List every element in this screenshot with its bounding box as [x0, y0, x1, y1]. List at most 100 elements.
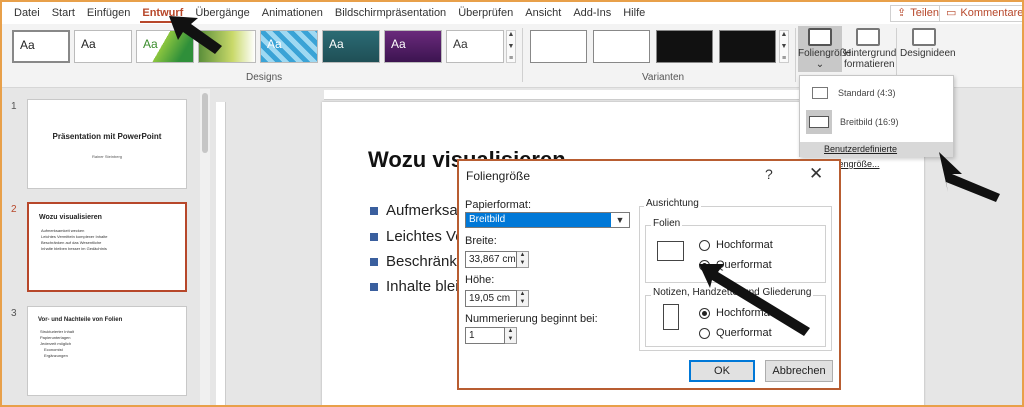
bullet-marker — [370, 282, 378, 291]
theme-sample: Aa — [267, 37, 282, 51]
theme-7[interactable]: Aa — [384, 30, 442, 63]
slide-bullet[interactable]: Leichtes Ve — [370, 228, 464, 245]
tab-datei[interactable]: Datei — [8, 2, 46, 24]
radio-selected-icon — [699, 259, 710, 271]
slide-bullet[interactable]: Aufmerksa — [370, 202, 458, 219]
tab-einfuegen[interactable]: Einfügen — [81, 2, 136, 24]
thumb-title: Wozu visualisieren — [39, 214, 102, 221]
bullet-text: Aufmerksa — [386, 202, 458, 219]
slides-panel-scrollbar[interactable] — [200, 89, 210, 405]
width-field[interactable]: 33,867 cm — [465, 251, 517, 268]
designs-gallery-scroll[interactable]: ▲ ▼ ≡ — [506, 30, 516, 63]
landscape-page-icon — [657, 241, 684, 261]
variants-gallery-scroll[interactable]: ▲ ▼ ≡ — [779, 30, 789, 63]
numbering-stepper[interactable]: 1 ▲ ▼ — [465, 327, 517, 344]
ok-button[interactable]: OK — [689, 360, 755, 382]
theme-8[interactable]: Aa — [446, 30, 504, 63]
slide-size-standard[interactable]: Standard (4:3) — [800, 84, 953, 102]
tab-ueberpruefen[interactable]: Überprüfen — [452, 2, 519, 24]
slide-size-button[interactable]: Foliengröße ⌄ — [798, 26, 851, 72]
variant-1[interactable] — [530, 30, 587, 63]
cancel-button[interactable]: Abbrechen — [765, 360, 833, 382]
stepper-up-icon[interactable]: ▲ — [517, 291, 528, 299]
paper-format-value: Breitbild — [466, 213, 611, 227]
slides-panel: 1 Präsentation mit PowerPoint Rainer Ste… — [2, 89, 212, 405]
width-stepper[interactable]: 33,867 cm ▲ ▼ — [465, 251, 529, 268]
portrait-label: Hochformat — [716, 239, 773, 251]
slides-landscape-radio[interactable]: Querformat — [699, 259, 772, 271]
slides-portrait-radio[interactable]: Hochformat — [699, 239, 773, 251]
tab-ansicht[interactable]: Ansicht — [519, 2, 567, 24]
stepper-down-icon[interactable]: ▼ — [517, 259, 528, 267]
tab-animationen[interactable]: Animationen — [256, 2, 329, 24]
slide-size-icon — [808, 28, 832, 46]
share-icon: ⇪ — [897, 7, 907, 19]
format-background-label: Hintergrund — [844, 48, 897, 59]
landscape-label: Querformat — [716, 259, 772, 271]
theme-sample: Aa — [20, 38, 35, 52]
tab-hilfe[interactable]: Hilfe — [617, 2, 651, 24]
notes-portrait-radio[interactable]: Hochformat — [699, 307, 773, 319]
tab-entwurf[interactable]: Entwurf — [136, 2, 189, 24]
notes-label: Notizen, Handzettel und Gliederung — [651, 287, 814, 298]
design-ideas-button[interactable]: Designideen — [900, 26, 956, 59]
numbering-label: Nummerierung beginnt bei: — [465, 313, 598, 325]
bullet-text: Beschränke — [386, 253, 466, 270]
tab-bildschirmpraesentation[interactable]: Bildschirmpräsentation — [329, 2, 452, 24]
bullet-marker — [370, 257, 378, 266]
tab-add-ins[interactable]: Add-Ins — [567, 2, 617, 24]
variant-4[interactable] — [719, 30, 776, 63]
menu-bar: Datei Start Einfügen Entwurf Übergänge A… — [2, 2, 1022, 24]
stepper-up-icon[interactable]: ▲ — [517, 252, 528, 260]
chevron-down-icon: ▼ — [611, 213, 629, 227]
slide-bullet[interactable]: Inhalte blei — [370, 278, 459, 295]
custom-slide-size-item[interactable]: Benutzerdefinierte Foliengröße... — [800, 142, 953, 169]
variants-group-label: Varianten — [642, 72, 685, 83]
chevron-down-icon: ⌄ — [815, 59, 825, 70]
variant-3[interactable] — [656, 30, 713, 63]
slide-number: 3 — [11, 308, 17, 319]
height-field[interactable]: 19,05 cm — [465, 290, 517, 307]
stepper-down-icon[interactable]: ▼ — [505, 335, 516, 343]
design-ideas-icon — [912, 28, 936, 46]
tab-start[interactable]: Start — [46, 2, 81, 24]
theme-office[interactable]: Aa — [12, 30, 70, 63]
separator — [795, 28, 796, 82]
theme-6[interactable]: Aa — [322, 30, 380, 63]
theme-4[interactable] — [198, 30, 256, 63]
theme-sample: Aa — [81, 37, 96, 51]
theme-2[interactable]: Aa — [74, 30, 132, 63]
stepper-up-icon[interactable]: ▲ — [505, 328, 516, 336]
app-window: Datei Start Einfügen Entwurf Übergänge A… — [0, 0, 1024, 407]
stepper-down-icon[interactable]: ▼ — [517, 298, 528, 306]
slide-size-standard-label: Standard (4:3) — [838, 88, 896, 98]
width-label: Breite: — [465, 235, 497, 247]
close-button[interactable]: ✕ — [809, 164, 823, 184]
slide-thumbnail-3[interactable]: Vor- und Nachteile von Folien Strukturie… — [27, 306, 187, 396]
height-stepper[interactable]: 19,05 cm ▲ ▼ — [465, 290, 529, 307]
theme-5[interactable]: Aa — [260, 30, 318, 63]
bullet-marker — [370, 206, 378, 215]
tab-uebergaenge[interactable]: Übergänge — [189, 2, 255, 24]
numbering-field[interactable]: 1 — [465, 327, 505, 344]
format-background-button[interactable]: Hintergrund formatieren — [844, 26, 897, 70]
theme-3[interactable]: Aa — [136, 30, 194, 63]
slide-size-widescreen[interactable]: Breitbild (16:9) — [800, 108, 953, 136]
help-button[interactable]: ? — [765, 166, 773, 182]
slide-bullet[interactable]: Beschränke — [370, 253, 465, 270]
notes-landscape-radio[interactable]: Querformat — [699, 327, 772, 339]
slide-thumbnail-1[interactable]: Präsentation mit PowerPoint Rainer Stein… — [27, 99, 187, 189]
format-background-label-2: formatieren — [844, 59, 895, 70]
comment-icon: ▭ — [946, 7, 957, 19]
paper-format-label: Papierformat: — [465, 199, 532, 211]
arrow-icon — [939, 152, 1000, 202]
comments-button[interactable]: ▭ Kommentare — [939, 5, 1022, 22]
slides-label: Folien — [651, 218, 683, 229]
variant-2[interactable] — [593, 30, 650, 63]
slide-thumbnail-2[interactable]: Wozu visualisieren Aufmerksamkeit wecken… — [27, 202, 187, 292]
paper-format-select[interactable]: Breitbild ▼ — [465, 212, 630, 228]
slide-size-dropdown: Standard (4:3) Breitbild (16:9) Benutzer… — [799, 75, 954, 169]
theme-sample: Aa — [453, 37, 468, 51]
share-button[interactable]: ⇪ Teilen — [890, 5, 946, 22]
bullet-text: Inhalte blei — [386, 278, 459, 295]
